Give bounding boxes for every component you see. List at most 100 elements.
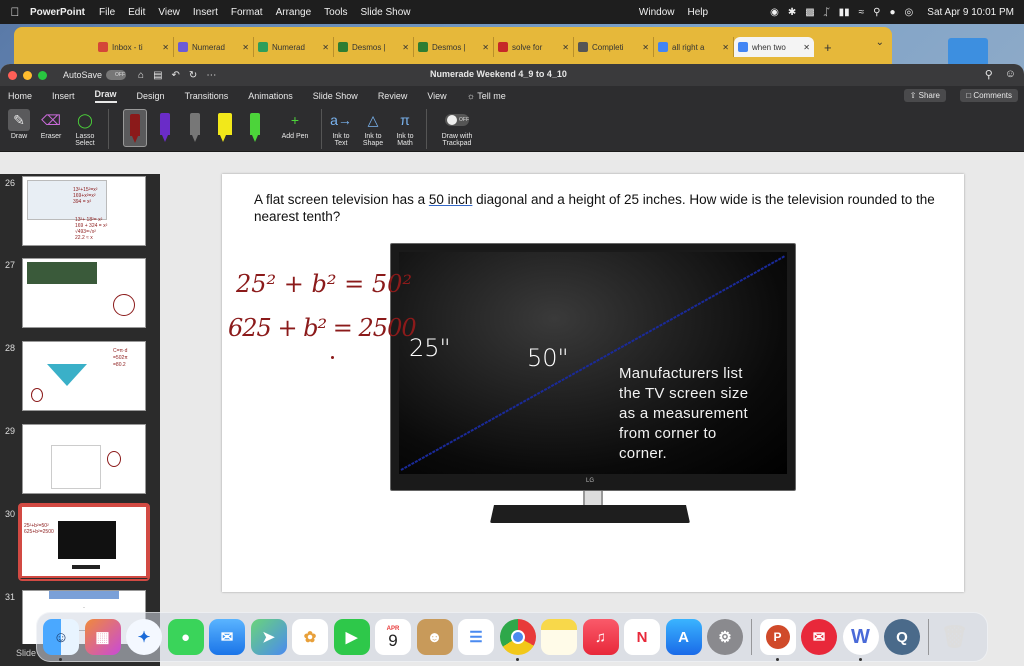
menu-view[interactable]: View <box>158 7 180 18</box>
slide-thumbnail-pane[interactable]: 26 13²+15²=x² 169+x²=x² 394 = x² 13²+ 18²=… <box>0 174 160 666</box>
close-icon[interactable]: ✕ <box>242 43 249 52</box>
menu-insert[interactable]: Insert <box>193 7 218 18</box>
chevron-down-icon[interactable]: ⌄ <box>876 37 884 48</box>
tv-image[interactable]: Manufacturers list the TV screen size as… <box>390 243 796 491</box>
close-icon[interactable]: ✕ <box>803 43 810 52</box>
thumbnail-slide-29[interactable]: 29 <box>0 424 160 499</box>
slide-canvas[interactable]: A flat screen television has a 50 inch d… <box>160 174 1024 666</box>
mail-alt-icon[interactable]: ✉ <box>801 619 837 655</box>
comments-button[interactable]: □ Comments <box>960 89 1018 102</box>
finder-icon[interactable]: ☺ <box>43 619 79 661</box>
tab-animations[interactable]: Animations <box>248 91 293 101</box>
autosave-toggle[interactable]: AutoSave OFF <box>63 70 127 80</box>
siri-icon[interactable]: ◎ <box>905 7 914 18</box>
close-icon[interactable]: ✕ <box>162 43 169 52</box>
slide-thumbnail[interactable]: 25²+b²=50² 625+b²=2500 <box>20 505 148 578</box>
home-icon[interactable]: ⌂ <box>138 70 144 81</box>
menu-file[interactable]: File <box>99 7 115 18</box>
browser-tab[interactable]: Completi ✕ <box>574 37 654 57</box>
browser-tab[interactable]: solve for ✕ <box>494 37 574 57</box>
search-icon[interactable]: ⚲ <box>985 68 993 81</box>
pen-purple[interactable] <box>153 109 177 147</box>
search-icon[interactable]: ⚲ <box>873 7 880 18</box>
notes-icon[interactable] <box>541 619 577 655</box>
lasso-select-tool[interactable]: ◯ Lasso Select <box>70 109 100 148</box>
trash-icon[interactable]: 🗑 <box>937 619 973 655</box>
music-icon[interactable]: ♫ <box>582 619 619 655</box>
close-icon[interactable]: ✕ <box>562 43 569 52</box>
question-text[interactable]: A flat screen television has a 50 inch d… <box>254 191 944 225</box>
minimize-window-button[interactable] <box>23 70 32 80</box>
browser-tab-active[interactable]: when two ✕ <box>734 37 814 57</box>
tab-home[interactable]: Home <box>8 91 32 101</box>
battery-icon[interactable]: ▮▮ <box>839 7 850 18</box>
mail-icon[interactable]: ✉ <box>209 619 245 655</box>
menu-tools[interactable]: Tools <box>324 7 347 18</box>
tab-transitions[interactable]: Transitions <box>185 91 229 101</box>
tab-insert[interactable]: Insert <box>52 91 75 101</box>
zoom-window-button[interactable] <box>38 70 47 80</box>
thumbnail-slide-30[interactable]: 30 25²+b²=50² 625+b²=2500 <box>0 503 160 582</box>
more-icon[interactable]: ⋯ <box>206 70 216 81</box>
browser-tab[interactable]: Numerad ✕ <box>174 37 254 57</box>
thumbnail-slide-28[interactable]: 28 C=π·d =502π =80.2 <box>0 341 160 416</box>
thumbnail-slide-27[interactable]: 27 <box>0 258 160 333</box>
undo-icon[interactable]: ↶ <box>172 70 180 81</box>
pen-darkred[interactable] <box>123 109 147 147</box>
app-name-menu[interactable]: PowerPoint <box>30 7 85 18</box>
ink-to-shape-button[interactable]: △ Ink to Shape <box>360 109 386 148</box>
quicktime-icon[interactable]: Q <box>884 619 920 655</box>
browser-tab[interactable]: Numerad ✕ <box>254 37 334 57</box>
menu-help[interactable]: Help <box>688 7 709 18</box>
thumbnail-slide-26[interactable]: 26 13²+15²=x² 169+x²=x² 394 = x² 13²+ 18²=… <box>0 176 160 251</box>
menu-edit[interactable]: Edit <box>128 7 145 18</box>
calendar-icon[interactable]: APR 9 <box>375 619 411 655</box>
browser-tab[interactable]: all right a ✕ <box>654 37 734 57</box>
app-store-icon[interactable]: A <box>665 619 702 655</box>
menubar-clock[interactable]: Sat Apr 9 10:01 PM <box>927 7 1014 18</box>
bluetooth-icon[interactable]: ᛢ <box>824 7 830 18</box>
facetime-icon[interactable]: ▶ <box>333 619 370 655</box>
messages-icon[interactable]: ● <box>167 619 204 655</box>
menu-format[interactable]: Format <box>231 7 263 18</box>
maps-icon[interactable]: ➤ <box>250 619 287 655</box>
tab-design[interactable]: Design <box>137 91 165 101</box>
apple-icon[interactable]:  <box>0 5 30 19</box>
safari-icon[interactable]: ✦ <box>126 619 162 655</box>
tab-view[interactable]: View <box>427 91 446 101</box>
share-button[interactable]: ⇧ Share <box>903 89 946 102</box>
close-icon[interactable]: ✕ <box>402 43 409 52</box>
display-icon[interactable]: ▩ <box>805 7 814 18</box>
close-window-button[interactable] <box>8 70 17 80</box>
control-center-icon[interactable]: ● <box>890 7 896 18</box>
folder-icon[interactable] <box>948 38 988 66</box>
slide-thumbnail[interactable]: C=π·d =502π =80.2 <box>22 341 146 411</box>
numerade-icon[interactable]: W <box>842 619 879 661</box>
menu-window[interactable]: Window <box>639 7 675 18</box>
tab-draw[interactable]: Draw <box>94 89 117 103</box>
add-pen-button[interactable]: + Add Pen <box>277 109 313 140</box>
ink-to-text-button[interactable]: a→ Ink to Text <box>328 109 354 147</box>
news-icon[interactable]: N <box>624 619 660 655</box>
close-icon[interactable]: ✕ <box>722 43 729 52</box>
slide-thumbnail[interactable] <box>22 258 146 328</box>
draw-with-trackpad-toggle[interactable]: OFF Draw with Trackpad <box>437 109 477 147</box>
ink-equation-2[interactable]: 625 + b² = 2500 <box>228 314 417 342</box>
pen-gray[interactable] <box>183 109 207 147</box>
eraser-tool[interactable]: ⌫ Eraser <box>38 109 64 141</box>
tell-me-search[interactable]: ☼ Tell me <box>467 91 506 101</box>
powerpoint-icon[interactable]: P <box>759 619 796 661</box>
ink-equation-1[interactable]: 25² + b² = 50² <box>236 270 412 298</box>
launchpad-icon[interactable]: ▦ <box>84 619 121 655</box>
reminders-icon[interactable]: ☰ <box>458 619 494 655</box>
browser-tab[interactable]: Desmos | ✕ <box>414 37 494 57</box>
menu-arrange[interactable]: Arrange <box>276 7 312 18</box>
trackpad-switch[interactable]: OFF <box>445 109 469 131</box>
save-icon[interactable]: ▤ <box>153 70 162 81</box>
browser-tab[interactable]: Desmos | ✕ <box>334 37 414 57</box>
tab-slide-show[interactable]: Slide Show <box>313 91 358 101</box>
profile-icon[interactable]: ☺ <box>1005 68 1016 81</box>
close-icon[interactable]: ✕ <box>482 43 489 52</box>
highlighter-yellow[interactable] <box>213 109 237 147</box>
contacts-icon[interactable]: ☻ <box>416 619 453 655</box>
